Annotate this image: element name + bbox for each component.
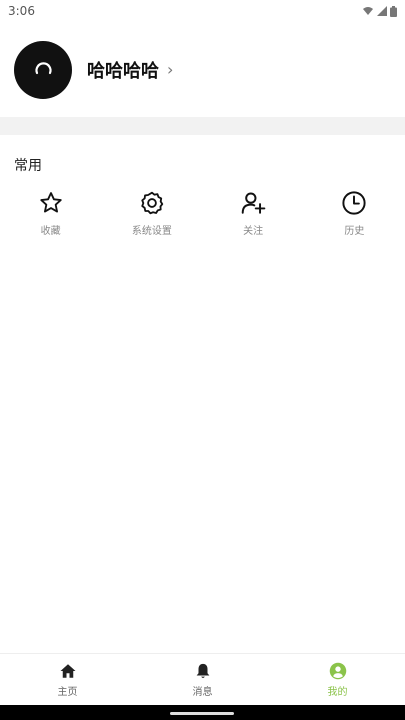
bell-icon [196,663,209,678]
loading-spinner-icon [35,61,52,74]
nav-label: 消息 [192,687,213,698]
shortcut-settings[interactable]: 系统设置 [101,190,202,250]
status-time: 3:06 [8,4,35,18]
profile-header[interactable]: 哈哈哈哈 › [0,22,405,117]
shortcuts-grid: 收藏 系统设置 关注 历史 [0,190,405,250]
star-icon [39,192,62,213]
nav-profile[interactable]: 我的 [270,654,405,706]
gear-icon [141,191,164,215]
clock-icon [342,191,366,215]
shortcut-history[interactable]: 历史 [304,190,405,250]
status-icons [362,5,397,17]
username[interactable]: 哈哈哈哈 [87,57,159,83]
home-gesture-handle[interactable] [170,712,234,715]
shortcut-label: 系统设置 [131,226,172,237]
nav-label: 主页 [57,687,78,698]
section-title: 常用 [14,158,42,174]
signal-icon [377,6,387,16]
add-user-icon [241,192,266,214]
status-bar: 3:06 [0,0,405,22]
shortcut-favorites[interactable]: 收藏 [0,190,101,250]
battery-icon [390,5,397,17]
nav-label: 我的 [327,687,348,698]
shortcut-follow[interactable]: 关注 [203,190,304,250]
avatar[interactable] [14,40,72,99]
bottom-nav: 主页 消息 我的 [0,653,405,706]
shortcut-label: 历史 [344,226,365,237]
section-divider [0,117,405,135]
home-icon [60,664,75,678]
user-circle-icon [329,662,346,680]
nav-home[interactable]: 主页 [0,654,135,706]
chevron-right-icon[interactable]: › [167,60,173,79]
shortcut-label: 收藏 [40,226,61,237]
shortcut-label: 关注 [243,226,264,237]
wifi-icon [363,7,373,15]
nav-messages[interactable]: 消息 [135,654,270,706]
